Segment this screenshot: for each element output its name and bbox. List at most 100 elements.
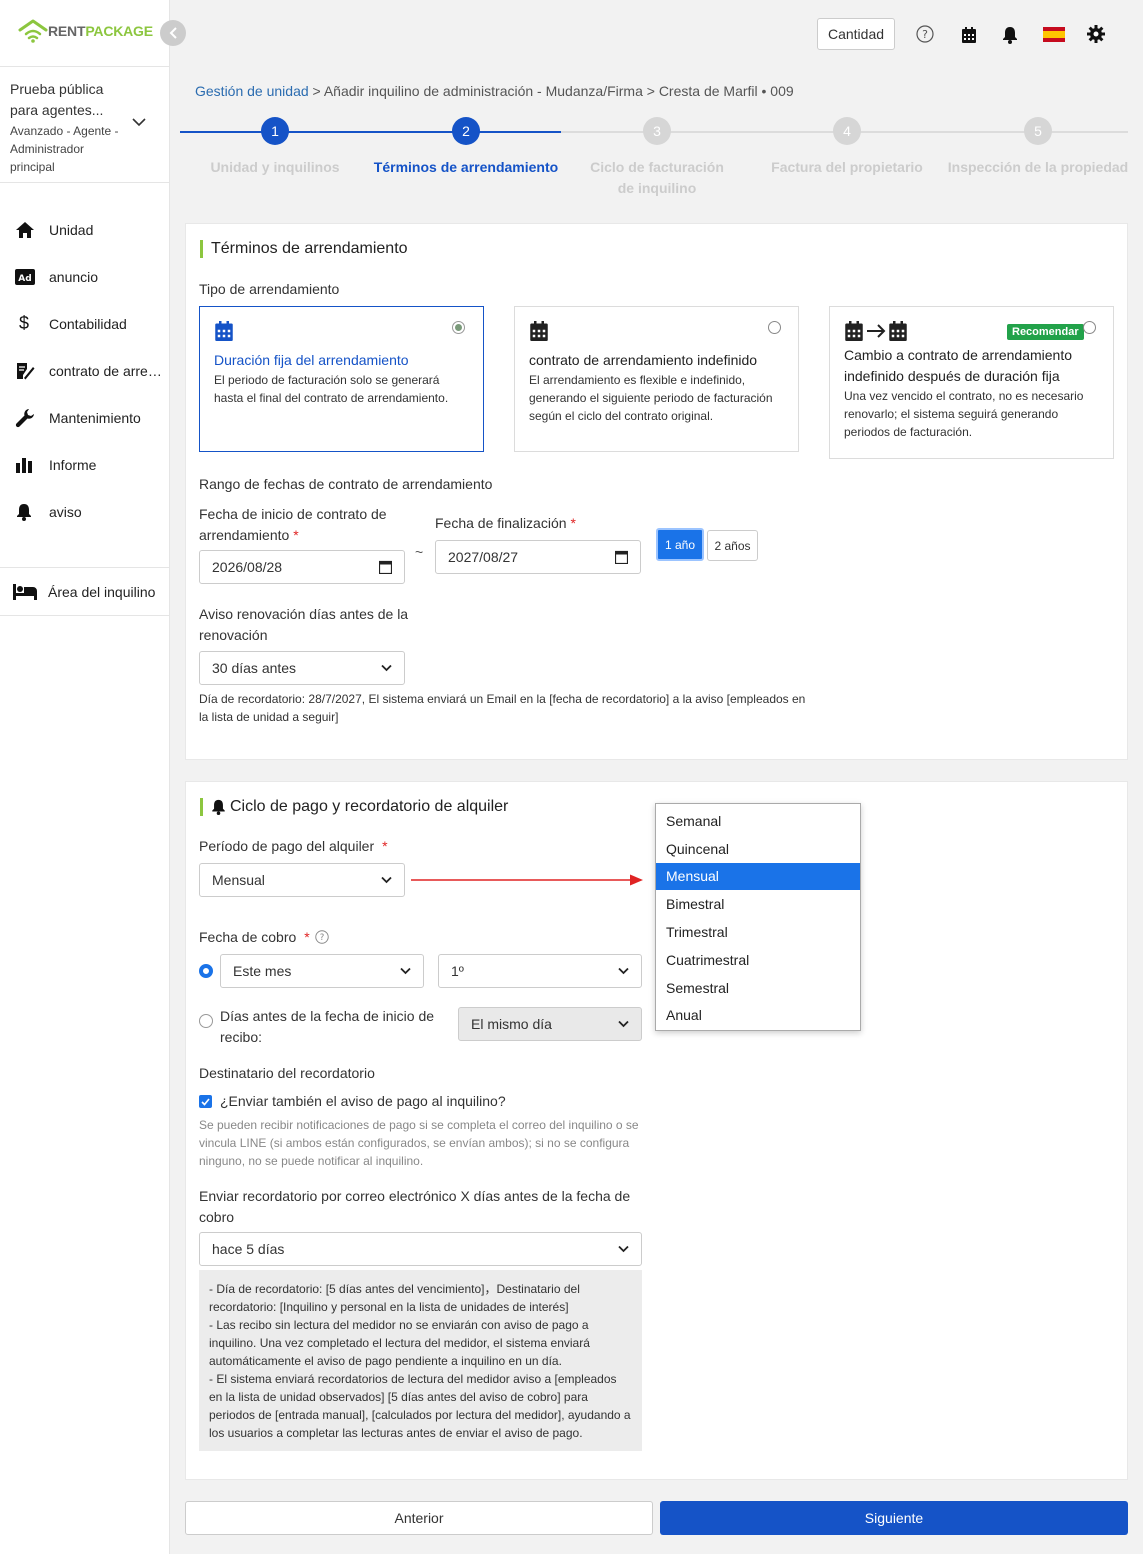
payment-period-option[interactable]: Mensual [656,862,860,891]
sidebar-item-label: Contabilidad [49,315,127,332]
collection-day-select[interactable]: 1º [438,954,642,988]
sidebar-item-tenant-area[interactable]: Área del inquilino [0,567,170,616]
help-icon[interactable]: ? [315,930,329,944]
one-year-button[interactable]: 1 año [656,528,704,561]
chevron-down-icon [400,967,411,975]
notification-bell-icon[interactable] [1002,26,1018,44]
chevron-down-icon [381,876,392,884]
payment-period-select[interactable]: Mensual [199,863,405,897]
payment-period-option[interactable]: Quincenal [656,835,860,863]
two-years-button[interactable]: 2 años [707,530,758,561]
gear-icon[interactable] [1087,25,1105,43]
top-header: Cantidad ? [170,0,1143,66]
logo[interactable]: RENTPACKAGE [18,18,153,44]
reminder-recipient-label: Destinatario del recordatorio [199,1065,375,1081]
range-tilde: ~ [415,544,424,560]
bell-icon [212,799,225,815]
email-reminder-label: Enviar recordatorio por correo electróni… [199,1188,631,1225]
account-switcher[interactable]: Prueba pública para agentes... Avanzado … [0,66,170,183]
sidebar-nav: Unidad Ad anuncio $ Contabilidad contrat… [0,206,170,535]
bed-icon [13,583,37,600]
quantity-button[interactable]: Cantidad [817,18,895,50]
reminder-info-box: - Día de recordatorio: [5 días antes del… [199,1270,642,1451]
send-tenant-note: Se pueden recibir notificaciones de pago… [199,1118,639,1168]
send-tenant-checkbox[interactable] [199,1095,212,1108]
chevron-down-icon [618,1020,629,1028]
chevron-down-icon[interactable] [132,117,146,127]
email-reminder-select[interactable]: hace 5 días [199,1232,642,1266]
sidebar-item-notice[interactable]: aviso [0,488,170,535]
payment-cycle-title: Ciclo de pago y recordatorio de alquiler [200,798,508,816]
breadcrumb-link-unit-management[interactable]: Gestión de unidad [195,83,309,99]
spain-flag-icon[interactable] [1043,27,1065,42]
end-date-input[interactable]: 2027/08/27 [435,540,641,574]
renewal-note: Día de recordatorio: 28/7/2027, El siste… [199,692,806,724]
previous-button[interactable]: Anterior [185,1501,653,1535]
calendar-icon [530,321,548,341]
sidebar-item-label: anuncio [49,268,99,285]
lease-type-fixed-then-indefinite[interactable]: Cambio a contrato de arrendamiento indef… [829,306,1114,459]
collection-days-before-radio[interactable] [199,1014,213,1028]
payment-period-option[interactable]: Bimestral [656,890,860,918]
step-1[interactable]: 1 Unidad y inquilinos [180,117,370,178]
contract-icon [17,362,35,379]
bell-icon [17,503,31,521]
payment-period-dropdown-list[interactable]: Semanal Quincenal Mensual Bimestral Trimestr… [655,803,861,1031]
renewal-notice-label: Aviso renovación días antes de la renova… [199,606,409,643]
payment-period-option[interactable]: Cuatrimestral [656,946,860,974]
lease-type-indefinite-radio[interactable] [768,321,781,334]
sidebar-item-ad[interactable]: Ad anuncio [0,253,170,300]
help-icon[interactable]: ? [916,25,934,43]
payment-period-option[interactable]: Semestral [656,974,860,1002]
sidebar-item-label: Informe [49,456,97,473]
chart-icon [16,457,32,473]
annotation-arrow [411,874,643,886]
collection-month-select[interactable]: Este mes [220,954,424,988]
calendar-icon[interactable] [962,27,976,43]
payment-period-option[interactable]: Anual [656,1002,860,1030]
sidebar-item-label: Mantenimiento [49,409,141,426]
wrench-icon [15,408,34,427]
lease-type-label: Tipo de arrendamiento [199,281,340,297]
lease-type-fixed-radio[interactable] [452,321,465,334]
lease-type-fixed-then-indefinite-radio[interactable] [1083,321,1096,334]
days-before-label: Días antes de la fecha de inicio de reci… [220,1008,435,1045]
account-name: Prueba pública para agentes... [10,81,104,118]
next-button[interactable]: Siguiente [660,1501,1128,1535]
lease-terms-title: Términos de arrendamiento [200,240,408,258]
sidebar-item-report[interactable]: Informe [0,441,170,488]
send-tenant-label: ¿Enviar también el aviso de pago al inqu… [220,1093,506,1109]
collection-date-label: Fecha de cobro * ? [199,929,329,945]
calendar-icon [379,560,392,574]
collapse-sidebar-button[interactable] [160,20,186,46]
progress-stepper: 1 Unidad y inquilinos 2 Términos de arre… [180,117,1128,197]
chevron-down-icon [618,1245,629,1253]
breadcrumb: Gestión de unidad > Añadir inquilino de … [195,83,794,99]
payment-period-option[interactable]: Trimestral [656,918,860,946]
calendar-icon [615,550,628,564]
step-5[interactable]: 5 Inspección de la propiedad [943,117,1133,178]
step-4[interactable]: 4 Factura del propietario [752,117,942,178]
sidebar-item-unit[interactable]: Unidad [0,206,170,253]
lease-type-indefinite[interactable]: contrato de arrendamiento indefinido El … [514,306,799,452]
sidebar-item-maintenance[interactable]: Mantenimiento [0,394,170,441]
lease-type-fixed[interactable]: Duración fija del arrendamiento El perio… [199,306,484,452]
sidebar-item-contract[interactable]: contrato de arrendamiento [0,347,170,394]
logo-text: RENTPACKAGE [48,23,153,39]
payment-period-label: Período de pago del alquiler * [199,838,388,854]
start-date-input[interactable]: 2026/08/28 [199,550,405,584]
chevron-down-icon [381,664,392,672]
renewal-notice-select[interactable]: 30 días antes [199,651,405,685]
sidebar-item-accounting[interactable]: $ Contabilidad [0,300,170,347]
step-3[interactable]: 3 Ciclo de facturación de inquilino [562,117,752,199]
payment-period-option[interactable]: Semanal [656,807,860,835]
days-before-select[interactable]: El mismo día [458,1007,642,1041]
home-icon [16,221,34,238]
end-date-label: Fecha de finalización * [435,515,576,531]
svg-text:?: ? [319,933,324,943]
collection-this-month-radio[interactable] [199,964,213,978]
dollar-icon: $ [19,313,30,333]
sidebar-item-label: Unidad [49,221,94,238]
step-2[interactable]: 2 Términos de arrendamiento [371,117,561,178]
start-date-label: Fecha de inicio de contrato de arrendami… [199,506,387,543]
